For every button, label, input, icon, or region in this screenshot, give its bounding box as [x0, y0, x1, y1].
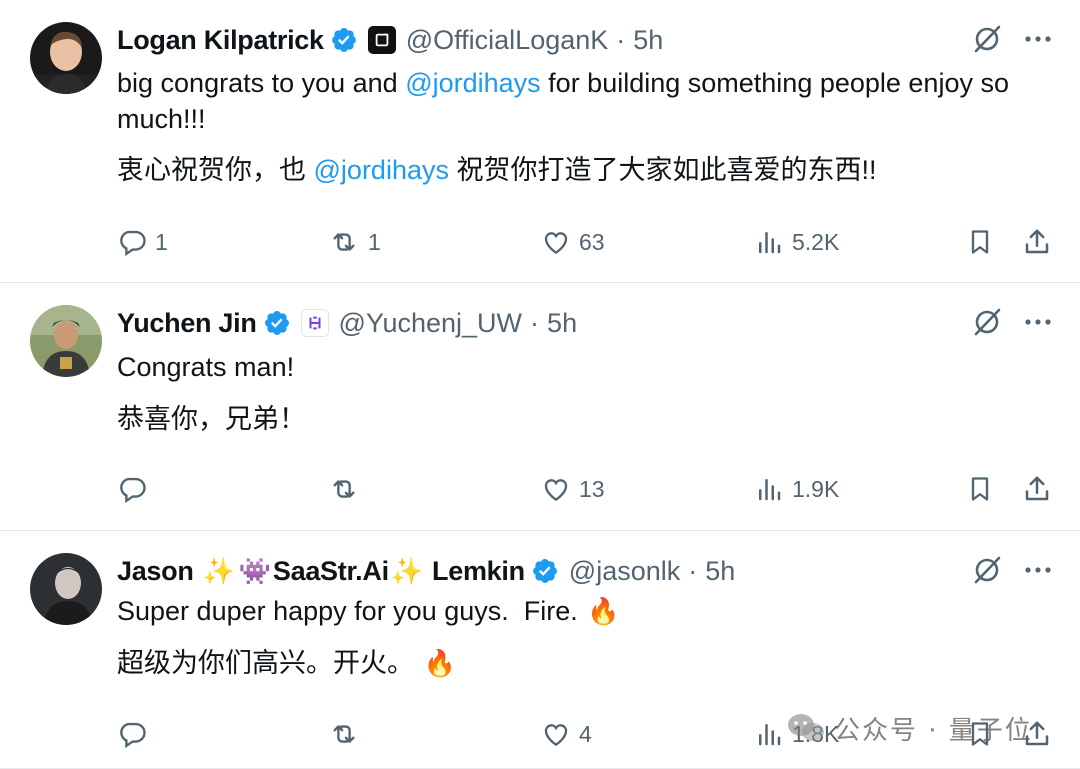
- sparkles-emoji: ✨: [390, 556, 423, 587]
- action-bar: 13 1.9K: [117, 469, 1050, 509]
- reply-icon: [120, 722, 146, 749]
- grok-icon[interactable]: [972, 555, 1002, 585]
- watermark: 公众号 · 量子位: [786, 708, 1033, 748]
- timestamp[interactable]: 5h: [633, 25, 663, 56]
- like-button[interactable]: 4: [541, 714, 592, 754]
- tweet-header: Yuchen Jin @Yuchenj_UW · 5h: [117, 305, 1050, 341]
- handle[interactable]: @OfficialLoganK: [406, 25, 609, 56]
- timestamp[interactable]: 5h: [705, 556, 735, 587]
- views-button[interactable]: 5.2K: [754, 222, 839, 262]
- like-count: 63: [579, 228, 605, 255]
- handle[interactable]: @jasonlk: [569, 556, 680, 587]
- share-icon: [1025, 229, 1049, 254]
- bookmark-button[interactable]: [966, 469, 994, 509]
- handle[interactable]: @Yuchenj_UW: [339, 308, 523, 339]
- text-segment: 衷心祝贺你，也: [117, 155, 314, 185]
- separator-dot: ·: [688, 555, 698, 586]
- like-button[interactable]: 13: [541, 469, 605, 509]
- tweet-text-en: big congrats to you and @jordihays for b…: [117, 65, 1040, 137]
- mention-link[interactable]: @jordihays: [405, 68, 540, 98]
- bookmark-button[interactable]: [966, 222, 994, 262]
- reply-button[interactable]: 1: [117, 222, 168, 262]
- timestamp[interactable]: 5h: [547, 308, 577, 339]
- sparkles-emoji: ✨: [202, 556, 235, 587]
- tweet-top-actions: [972, 307, 1052, 337]
- affiliation-icon[interactable]: [300, 309, 329, 337]
- verified-badge-icon[interactable]: [330, 26, 358, 54]
- display-name-part: SaaStr.Ai: [272, 555, 389, 586]
- reply-count: 1: [155, 228, 168, 255]
- share-button[interactable]: [1022, 469, 1052, 509]
- text-segment: 祝贺你打造了大家如此喜爱的东西!!: [448, 155, 877, 185]
- tweet-text-en: Congrats man!: [117, 352, 295, 382]
- separator-dot: ·: [616, 24, 626, 55]
- retweet-button[interactable]: 1: [328, 222, 381, 262]
- display-name[interactable]: Jason ✨ 👾SaaStr.Ai✨ Lemkin: [117, 556, 525, 587]
- tweet-text-zh: 恭喜你，兄弟！: [117, 404, 306, 434]
- views-icon: [759, 724, 781, 746]
- like-icon: [544, 479, 568, 502]
- text-segment: Super duper happy for you guys. Fire.: [117, 596, 586, 626]
- text-segment: 超级为你们高兴。开火。: [117, 648, 422, 678]
- more-icon[interactable]: [1024, 34, 1052, 44]
- fire-emoji: 🔥: [587, 597, 620, 627]
- like-count: 4: [579, 720, 592, 747]
- retweet-button[interactable]: [328, 714, 368, 754]
- like-icon: [544, 232, 568, 255]
- alien-monster-emoji: 👾: [238, 556, 271, 587]
- retweet-icon: [333, 233, 355, 251]
- views-icon: [759, 479, 781, 501]
- share-icon: [1025, 476, 1049, 501]
- more-icon[interactable]: [1024, 565, 1052, 575]
- like-count: 13: [579, 475, 605, 502]
- retweet-icon: [333, 480, 355, 498]
- action-bar: 1 1 63 5.2K: [117, 222, 1050, 262]
- retweet-icon: [333, 725, 355, 743]
- avatar[interactable]: [30, 553, 102, 625]
- display-name-part: Lemkin: [424, 555, 525, 586]
- watermark-text: 公众号 · 量子位: [834, 715, 1033, 746]
- verified-badge-icon[interactable]: [263, 309, 291, 337]
- retweet-count: 1: [368, 228, 381, 255]
- wechat-icon: [788, 714, 824, 741]
- share-button[interactable]: [1022, 222, 1052, 262]
- fire-emoji: 🔥: [423, 649, 456, 679]
- like-icon: [544, 724, 568, 747]
- affiliation-icon[interactable]: [367, 26, 396, 54]
- reply-button[interactable]: [117, 469, 155, 509]
- views-icon: [759, 232, 781, 254]
- more-icon[interactable]: [1024, 317, 1052, 327]
- tweet-top-actions: [972, 555, 1052, 585]
- verified-badge-icon[interactable]: [531, 557, 559, 585]
- grok-icon[interactable]: [972, 307, 1002, 337]
- separator-dot: ·: [530, 307, 540, 338]
- bookmark-icon: [971, 477, 989, 501]
- like-button[interactable]: 63: [541, 222, 605, 262]
- avatar[interactable]: [30, 22, 102, 94]
- views-count: 5.2K: [792, 228, 840, 255]
- text-segment: big congrats to you and: [117, 68, 406, 98]
- views-count: 1.9K: [792, 475, 840, 502]
- mention-link[interactable]: @jordihays: [314, 155, 449, 185]
- views-button[interactable]: 1.9K: [754, 469, 839, 509]
- bookmark-icon: [971, 230, 989, 254]
- tweet-logan[interactable]: Logan Kilpatrick @OfficialLoganK · 5h bi…: [0, 0, 1080, 283]
- tweet-header: Jason ✨ 👾SaaStr.Ai✨ Lemkin @jasonlk · 5h: [117, 553, 1050, 589]
- tweet-text-zh: 衷心祝贺你，也 @jordihays 祝贺你打造了大家如此喜爱的东西!!: [117, 152, 1040, 188]
- retweet-button[interactable]: [328, 469, 368, 509]
- reply-icon: [120, 230, 146, 257]
- display-name[interactable]: Yuchen Jin: [117, 308, 257, 339]
- tweet-text-en: Super duper happy for you guys. Fire. 🔥: [117, 593, 1040, 630]
- avatar[interactable]: [30, 305, 102, 377]
- display-name[interactable]: Logan Kilpatrick: [117, 25, 324, 56]
- reply-icon: [120, 477, 146, 504]
- grok-icon[interactable]: [972, 24, 1002, 54]
- tweet-top-actions: [972, 24, 1052, 54]
- tweet-yuchen[interactable]: Yuchen Jin @Yuchenj_UW · 5h Congrats man…: [0, 283, 1080, 531]
- reply-button[interactable]: [117, 714, 155, 754]
- tweet-text-zh: 超级为你们高兴。开火。 🔥: [117, 645, 1040, 682]
- display-name-part: Jason: [117, 555, 201, 586]
- tweet-header: Logan Kilpatrick @OfficialLoganK · 5h: [117, 22, 1050, 58]
